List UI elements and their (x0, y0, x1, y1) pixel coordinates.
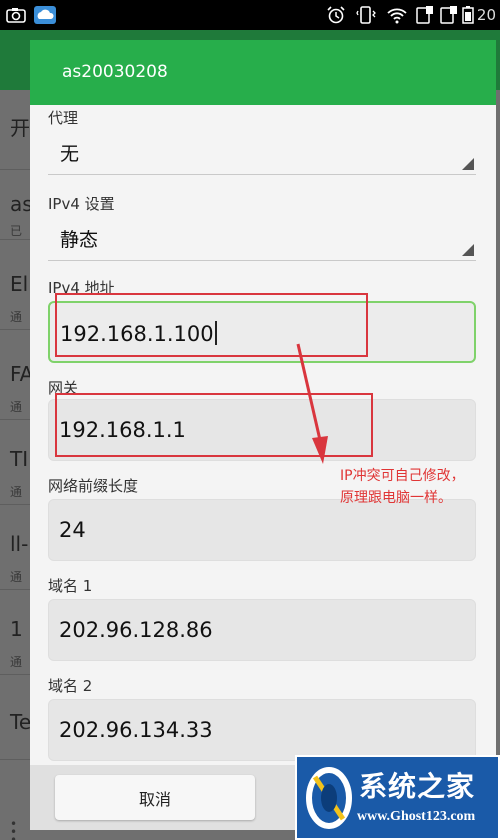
background-row: El 通 (0, 260, 30, 330)
dropdown-arrow-icon (462, 158, 474, 170)
site-watermark: 系统之家 www.Ghost123.com (295, 755, 500, 840)
alarm-icon (326, 6, 346, 24)
prefix-length-label: 网络前缀长度 (48, 477, 139, 495)
annotation-arrow-icon (296, 343, 328, 464)
dns2-value: 202.96.134.33 (59, 718, 213, 742)
battery-icon (462, 6, 474, 24)
watermark-chinese: 系统之家 (359, 770, 476, 803)
ipv4-settings-value: 静态 (60, 229, 99, 251)
status-time: 20 (476, 6, 496, 24)
dns1-label: 域名 1 (48, 577, 93, 595)
ipv4-settings-label: IPv4 设置 (48, 195, 115, 213)
background-row: FA 通 (0, 350, 33, 420)
background-row: TI 通 (0, 435, 30, 505)
background-row: as 已 (0, 170, 33, 240)
watermark-logo-icon (306, 767, 352, 829)
dropdown-arrow-icon (462, 244, 474, 256)
sim1-icon (416, 6, 434, 24)
proxy-select[interactable]: 无 (48, 129, 476, 175)
background-row: Te (0, 690, 31, 760)
wifi-icon (386, 6, 408, 24)
annotation-line-1: IP冲突可自己修改， (340, 468, 465, 484)
proxy-label: 代理 (48, 109, 79, 127)
annotation-line-2: 原理跟电脑一样。 (340, 490, 452, 506)
dialog-title: as20030208 (62, 62, 168, 82)
background-row: 1 通 (0, 605, 30, 675)
background-row: 开 (0, 90, 30, 170)
sim2-icon (440, 6, 458, 24)
dialog-header: as20030208 (30, 40, 496, 105)
proxy-value: 无 (60, 143, 80, 165)
prefix-length-value: 24 (59, 518, 86, 542)
dns1-input[interactable]: 202.96.128.86 (48, 599, 476, 661)
weather-icon (34, 6, 56, 24)
dns2-input[interactable]: 202.96.134.33 (48, 699, 476, 761)
cancel-button[interactable]: 取消 (55, 775, 255, 820)
dns2-label: 域名 2 (48, 677, 93, 695)
screenshot-icon (6, 6, 26, 24)
ipv4-settings-select[interactable]: 静态 (48, 215, 476, 261)
annotation-note: IP冲突可自己修改， 原理跟电脑一样。 (340, 465, 495, 509)
vibrate-icon (356, 6, 378, 24)
dns1-value: 202.96.128.86 (59, 618, 213, 642)
status-bar: 20 (0, 0, 500, 30)
overflow-dots-icon: • • • (10, 817, 18, 840)
background-row: ll- 通 (0, 520, 30, 590)
watermark-url: www.Ghost123.com (357, 809, 476, 824)
